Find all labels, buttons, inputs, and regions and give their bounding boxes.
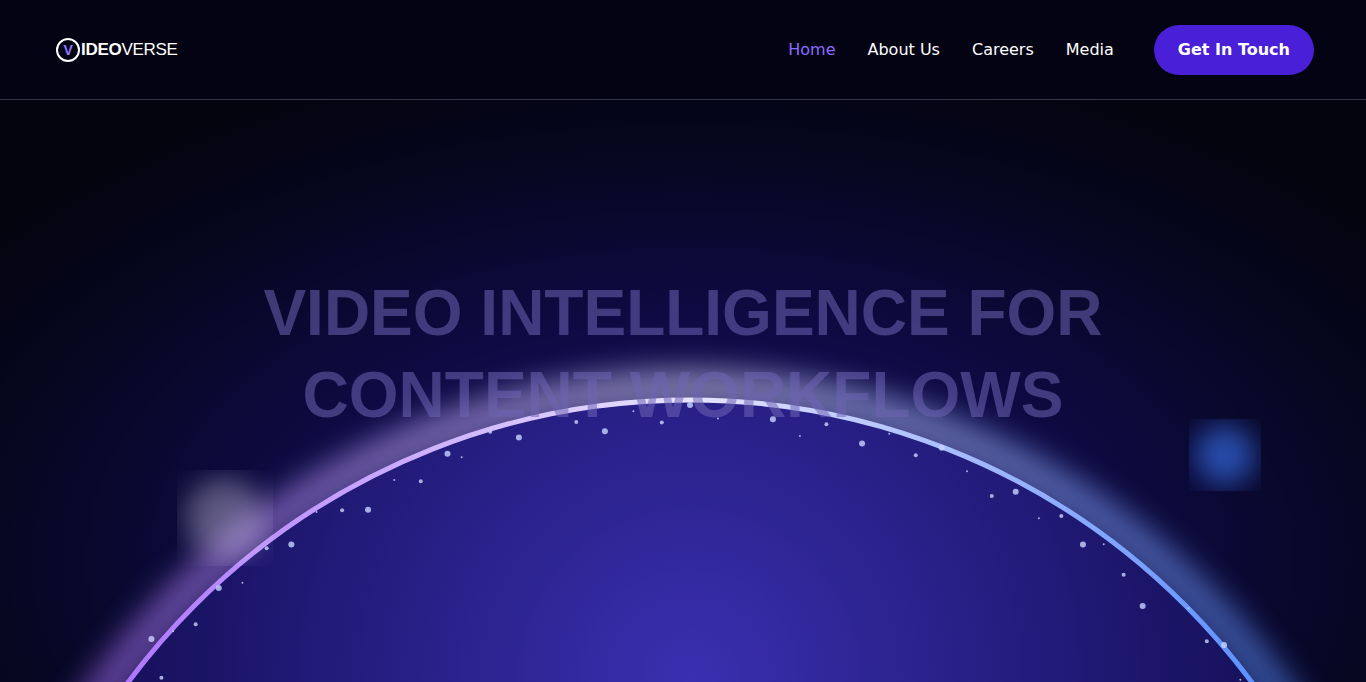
hero: VIDEO INTELLIGENCE FORCONTENT WORKFLOWS [0,100,1366,682]
logo-bold: IDEO [81,40,121,60]
nav: Home About Us Careers Media [788,26,1114,73]
nav-item[interactable]: About Us [868,26,940,73]
header: VIDEOVERSE Home About Us Careers Media Get In… [0,0,1366,100]
logo[interactable]: VIDEOVERSE [56,38,178,62]
header-right: Home About Us Careers Media Get In Touch [788,25,1314,75]
get-in-touch-button[interactable]: Get In Touch [1154,25,1314,75]
hero-heading-line: VIDEO INTELLIGENCE FOR [263,272,1102,354]
hero-heading-line: CONTENT WORKFLOWS [263,354,1102,436]
hero-heading: VIDEO INTELLIGENCE FORCONTENT WORKFLOWS [263,272,1102,436]
nav-item[interactable]: Media [1066,26,1114,73]
nav-item[interactable]: Careers [972,26,1034,73]
page: VIDEOVERSE Home About Us Careers Media Get In… [0,0,1366,682]
logo-light: VERSE [121,40,177,60]
logo-mark: V [56,38,80,62]
nav-item[interactable]: Home [788,26,835,73]
